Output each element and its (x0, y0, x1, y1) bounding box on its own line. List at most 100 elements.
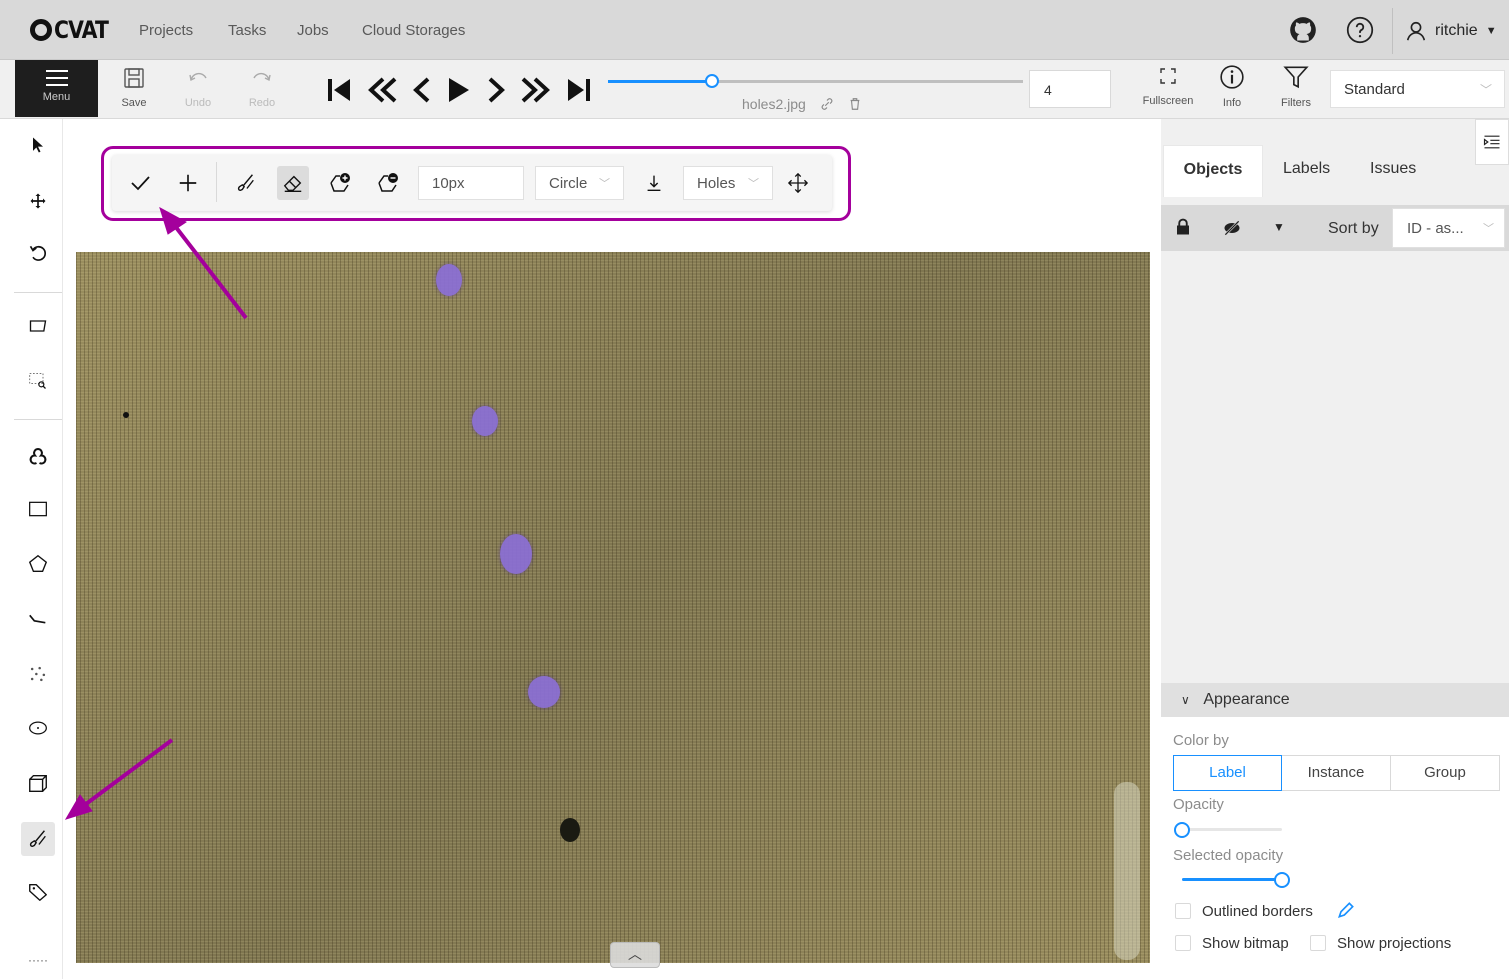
menu-button[interactable]: Menu (15, 60, 98, 117)
selected-opacity-slider[interactable] (1182, 878, 1282, 881)
info-label: Info (1222, 97, 1242, 109)
tab-issues[interactable]: Issues (1370, 160, 1416, 178)
mask-hole[interactable] (472, 406, 498, 436)
label-value: Holes (697, 174, 736, 192)
ellipse-icon[interactable] (21, 711, 55, 745)
zoom-region-icon[interactable] (21, 364, 55, 398)
drag-move-icon[interactable] (782, 166, 814, 200)
tab-objects[interactable]: Objects (1163, 145, 1263, 197)
color-by-instance-option[interactable]: Instance (1281, 755, 1391, 791)
nav-tasks[interactable]: Tasks (228, 22, 266, 39)
expand-bottom-panel-icon[interactable]: ︿ (610, 942, 660, 968)
undo-icon (189, 72, 207, 82)
color-by-group-option[interactable]: Group (1390, 755, 1500, 791)
filters-button[interactable]: Filters (1268, 64, 1324, 109)
mask-hole[interactable] (436, 264, 462, 296)
undo-button[interactable]: Undo (178, 66, 218, 109)
polygon-icon[interactable] (21, 547, 55, 581)
selected-opacity-slider-handle[interactable] (1274, 872, 1290, 888)
mask-hole[interactable] (528, 676, 560, 708)
polyline-icon[interactable] (21, 602, 55, 636)
polygon-minus-icon[interactable] (372, 166, 404, 200)
outlined-borders-label: Outlined borders (1202, 903, 1313, 920)
label-select[interactable]: Holes ﹀ (683, 166, 773, 200)
fit-icon[interactable] (21, 309, 55, 343)
undo-label: Undo (184, 97, 212, 109)
vertical-align-bottom-icon[interactable] (638, 166, 670, 200)
toolbox-divider (14, 419, 62, 420)
user-menu[interactable]: ritchie ▼ (1392, 8, 1497, 54)
eraser-icon[interactable] (277, 166, 309, 200)
save-label: Save (121, 97, 147, 109)
unlabeled-hole (560, 818, 580, 842)
chevron-down-icon: ﹀ (599, 178, 610, 190)
opacity-slider-handle[interactable] (1174, 822, 1190, 838)
help-icon[interactable] (1346, 16, 1374, 44)
forward-step-icon[interactable] (520, 75, 552, 105)
eye-invisible-icon[interactable] (1222, 218, 1242, 238)
appearance-collapse-header[interactable]: ∨ Appearance (1161, 683, 1509, 717)
next-frame-icon[interactable] (486, 75, 506, 105)
tab-labels[interactable]: Labels (1283, 160, 1330, 178)
github-icon[interactable] (1289, 16, 1317, 44)
nav-jobs[interactable]: Jobs (297, 22, 329, 39)
previous-frame-icon[interactable] (412, 75, 432, 105)
logo-text: CVAT (54, 16, 109, 44)
cursor-icon[interactable] (21, 128, 55, 162)
fullscreen-button[interactable]: Fullscreen (1140, 64, 1196, 107)
sort-select[interactable]: ID - as... ﹀ (1392, 208, 1505, 248)
finish-check-icon[interactable] (124, 166, 156, 200)
filter-icon (1283, 66, 1309, 89)
brush-icon[interactable] (21, 822, 55, 856)
frame-slider-handle[interactable] (704, 74, 719, 88)
link-icon[interactable] (820, 97, 834, 111)
collapse-sidebar-icon[interactable] (1475, 119, 1509, 165)
ai-tools-icon[interactable] (21, 440, 55, 474)
show-bitmap-label: Show bitmap (1202, 935, 1289, 952)
fullscreen-icon (1160, 68, 1176, 84)
redo-icon (253, 72, 271, 82)
info-button[interactable]: Info (1204, 64, 1260, 109)
polygon-plus-icon[interactable] (324, 166, 356, 200)
toolbox-divider (14, 292, 62, 293)
rectangle-icon[interactable] (21, 492, 55, 526)
frame-slider[interactable] (608, 74, 1023, 88)
brush-size-input[interactable]: 10px (418, 166, 524, 200)
cvat-logo[interactable]: CVAT (30, 16, 118, 44)
opacity-slider[interactable] (1182, 828, 1282, 831)
rotate-icon[interactable] (21, 236, 55, 270)
frame-number-input[interactable]: 4 (1029, 70, 1111, 108)
chevron-down-icon: ﹀ (1483, 223, 1494, 235)
selected-opacity-slider-fill (1182, 878, 1282, 881)
save-button[interactable]: Save (114, 66, 154, 109)
tag-icon[interactable] (21, 875, 55, 909)
more-tools-icon[interactable]: ····· (21, 950, 55, 970)
first-frame-icon[interactable] (326, 75, 352, 105)
points-icon[interactable] (21, 657, 55, 691)
delete-frame-icon[interactable] (848, 97, 862, 111)
play-icon[interactable] (446, 75, 472, 105)
caret-down-icon[interactable]: ▼ (1273, 220, 1285, 234)
move-icon[interactable] (21, 184, 55, 218)
show-projections-checkbox[interactable] (1310, 935, 1326, 951)
plus-icon[interactable] (172, 166, 204, 200)
nav-cloud-storages[interactable]: Cloud Storages (362, 22, 465, 39)
redo-button[interactable]: Redo (242, 66, 282, 109)
color-picker-icon[interactable] (1336, 900, 1356, 920)
cuboid-icon[interactable] (21, 766, 55, 800)
vertical-scrollbar[interactable] (1114, 782, 1140, 960)
annotation-image[interactable] (76, 252, 1150, 963)
outlined-borders-checkbox[interactable] (1175, 903, 1191, 919)
show-bitmap-checkbox[interactable] (1175, 935, 1191, 951)
color-by-label-option[interactable]: Label (1173, 755, 1282, 791)
sort-by-label: Sort by (1328, 220, 1379, 237)
brush-shape-select[interactable]: Circle ﹀ (535, 166, 624, 200)
lock-icon[interactable] (1174, 218, 1192, 236)
last-frame-icon[interactable] (566, 75, 592, 105)
nav-projects[interactable]: Projects (139, 22, 193, 39)
workspace-select[interactable]: Standard ﹀ (1330, 70, 1505, 108)
mask-hole[interactable] (500, 534, 532, 574)
back-step-icon[interactable] (366, 75, 398, 105)
brush-tool-icon[interactable] (230, 166, 262, 200)
hamburger-icon (45, 70, 68, 86)
